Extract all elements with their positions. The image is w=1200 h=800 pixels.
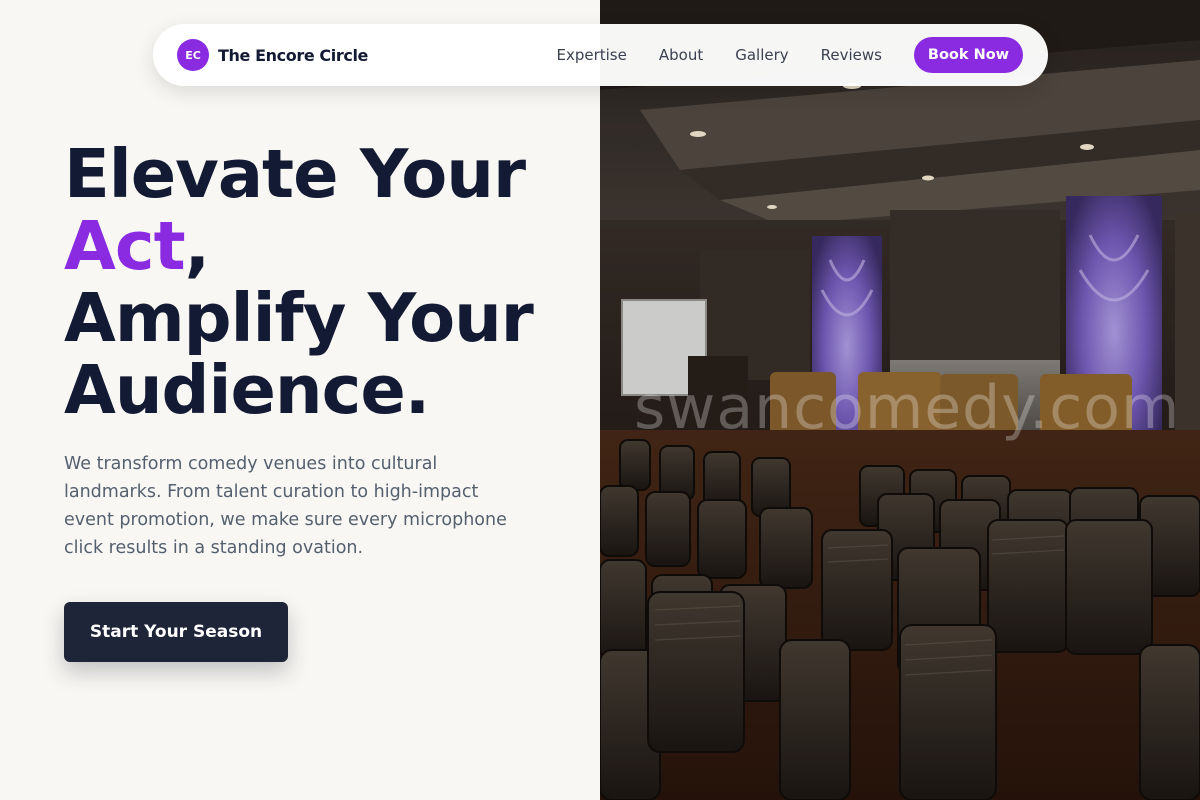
book-now-button[interactable]: Book Now (914, 37, 1023, 73)
brand-logo[interactable]: EC The Encore Circle (177, 39, 368, 71)
hero-content: Elevate Your Act, Amplify Your Audience.… (0, 0, 600, 800)
start-season-button[interactable]: Start Your Season (64, 602, 288, 662)
image-watermark: swancomedy.com (634, 373, 1181, 443)
headline-comma: , (184, 207, 210, 285)
hero-description: We transform comedy venues into cultural… (64, 454, 507, 558)
hero-headline: Elevate Your Act, Amplify Your Audience. (64, 135, 534, 429)
hero-image: swancomedy.com (600, 0, 1200, 800)
headline-line-3: Amplify Your (64, 279, 534, 357)
nav-link-about[interactable]: About (659, 46, 703, 64)
headline-line-1: Elevate Your (64, 135, 526, 213)
brand-name: The Encore Circle (218, 45, 368, 65)
headline-line-4: Audience. (64, 351, 430, 429)
top-navbar: EC The Encore Circle Expertise About Gal… (153, 24, 1048, 86)
headline-accent-word: Act (64, 207, 186, 285)
nav-link-expertise[interactable]: Expertise (556, 46, 626, 64)
nav-link-reviews[interactable]: Reviews (821, 46, 882, 64)
nav-links: Expertise About Gallery Reviews Book Now (556, 37, 1023, 73)
nav-link-gallery[interactable]: Gallery (735, 46, 788, 64)
brand-mark-icon: EC (177, 39, 209, 71)
headline-line-2: Act, (64, 210, 533, 282)
